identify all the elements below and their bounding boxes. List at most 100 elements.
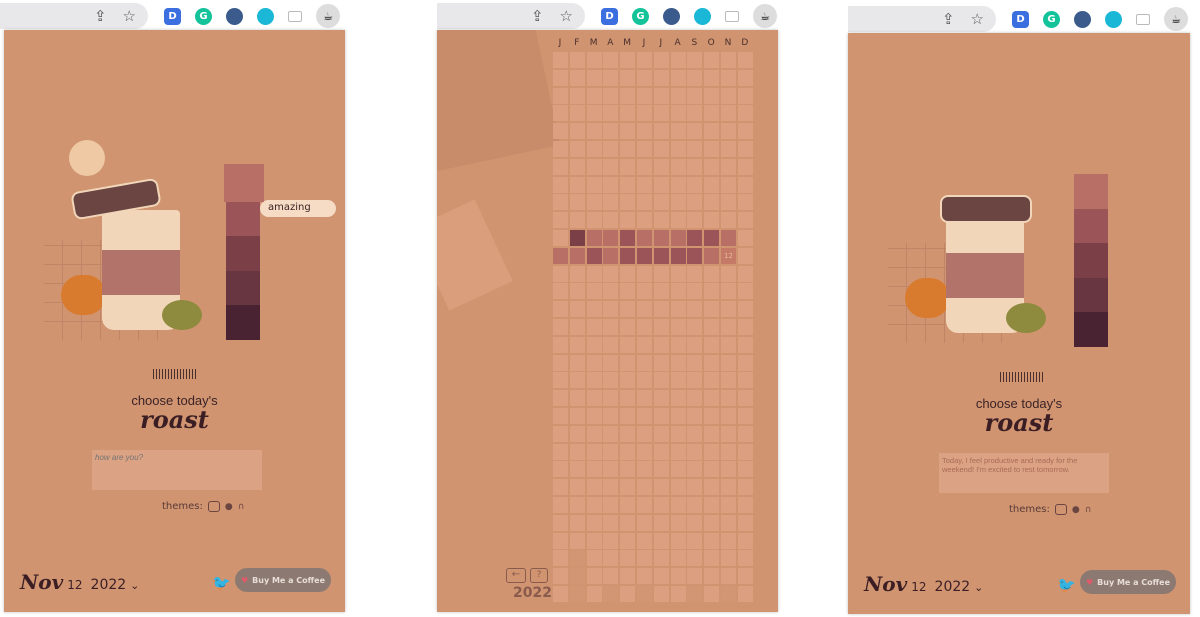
day-cell[interactable] bbox=[569, 265, 585, 282]
day-cell[interactable] bbox=[569, 319, 585, 335]
day-cell[interactable] bbox=[670, 461, 686, 478]
day-cell[interactable] bbox=[721, 319, 736, 335]
day-cell[interactable] bbox=[737, 425, 753, 442]
day-cell[interactable] bbox=[569, 550, 585, 567]
day-cell[interactable] bbox=[653, 479, 669, 496]
day-cell[interactable] bbox=[586, 461, 602, 478]
chevron-down-icon[interactable]: ⌄ bbox=[130, 579, 139, 592]
day-cell[interactable] bbox=[687, 158, 703, 175]
day-cell[interactable] bbox=[620, 586, 636, 602]
day-cell[interactable] bbox=[553, 301, 568, 318]
day-cell[interactable] bbox=[620, 52, 636, 68]
day-cell[interactable] bbox=[620, 336, 636, 353]
day-cell[interactable] bbox=[586, 69, 602, 86]
day-cell[interactable] bbox=[637, 372, 652, 389]
day-cell[interactable] bbox=[737, 283, 753, 300]
day-cell[interactable] bbox=[637, 105, 652, 122]
day-cell[interactable] bbox=[637, 479, 652, 496]
extension-3-icon[interactable] bbox=[1074, 10, 1091, 28]
day-cell[interactable] bbox=[653, 443, 669, 460]
day-cell[interactable] bbox=[653, 568, 669, 585]
day-cell[interactable] bbox=[687, 283, 703, 300]
date-picker[interactable]: Nov 12 2022 ⌄ bbox=[864, 572, 983, 596]
day-cell[interactable] bbox=[620, 265, 636, 282]
day-cell[interactable] bbox=[721, 141, 736, 157]
day-cell[interactable] bbox=[553, 247, 568, 264]
day-cell[interactable] bbox=[569, 212, 585, 229]
coffee-extension-icon[interactable]: ☕ bbox=[1164, 7, 1188, 31]
day-cell[interactable] bbox=[653, 461, 669, 478]
day-cell[interactable] bbox=[704, 586, 720, 602]
day-cell[interactable] bbox=[687, 532, 703, 549]
day-cell[interactable] bbox=[737, 105, 753, 122]
day-cell[interactable] bbox=[569, 568, 585, 585]
day-cell[interactable] bbox=[569, 479, 585, 496]
day-cell[interactable] bbox=[704, 550, 720, 567]
day-cell[interactable] bbox=[603, 443, 619, 460]
day-cell[interactable] bbox=[653, 336, 669, 353]
day-cell[interactable] bbox=[737, 87, 753, 104]
star-icon[interactable]: ☆ bbox=[123, 7, 136, 25]
day-cell[interactable] bbox=[637, 69, 652, 86]
day-cell[interactable] bbox=[670, 52, 686, 68]
day-cell[interactable] bbox=[603, 176, 619, 193]
day-cell[interactable] bbox=[603, 408, 619, 424]
day-cell[interactable] bbox=[737, 319, 753, 335]
day-cell[interactable] bbox=[737, 212, 753, 229]
day-cell[interactable] bbox=[620, 461, 636, 478]
day-cell[interactable] bbox=[603, 230, 619, 246]
day-cell[interactable] bbox=[637, 283, 652, 300]
reading-list-icon[interactable] bbox=[288, 10, 302, 22]
day-cell[interactable] bbox=[653, 390, 669, 407]
day-cell[interactable] bbox=[553, 408, 568, 424]
day-cell[interactable] bbox=[637, 354, 652, 371]
day-cell[interactable] bbox=[653, 105, 669, 122]
day-cell[interactable] bbox=[637, 586, 652, 602]
day-cell[interactable] bbox=[553, 123, 568, 140]
buy-me-a-coffee-button[interactable]: ♥ Buy Me a Coffee bbox=[235, 568, 331, 592]
day-cell[interactable] bbox=[603, 514, 619, 531]
day-cell[interactable] bbox=[620, 532, 636, 549]
day-cell[interactable] bbox=[553, 158, 568, 175]
day-cell[interactable] bbox=[553, 336, 568, 353]
day-cell[interactable] bbox=[670, 194, 686, 211]
day-cell[interactable] bbox=[637, 461, 652, 478]
day-cell[interactable] bbox=[670, 105, 686, 122]
day-cell[interactable] bbox=[637, 212, 652, 229]
day-cell[interactable] bbox=[603, 212, 619, 229]
date-picker[interactable]: Nov 12 2022 ⌄ bbox=[20, 570, 139, 594]
day-cell[interactable] bbox=[569, 69, 585, 86]
day-cell[interactable] bbox=[620, 390, 636, 407]
day-cell[interactable] bbox=[737, 586, 753, 602]
day-cell[interactable] bbox=[620, 425, 636, 442]
day-cell[interactable] bbox=[586, 390, 602, 407]
day-cell[interactable] bbox=[603, 123, 619, 140]
day-cell[interactable] bbox=[603, 194, 619, 211]
day-cell[interactable] bbox=[670, 301, 686, 318]
day-cell[interactable] bbox=[569, 301, 585, 318]
day-cell[interactable] bbox=[670, 319, 686, 335]
day-cell[interactable] bbox=[653, 372, 669, 389]
day-cell[interactable] bbox=[620, 283, 636, 300]
day-cell[interactable] bbox=[737, 247, 753, 264]
day-cell[interactable] bbox=[637, 230, 652, 246]
day-cell[interactable] bbox=[553, 194, 568, 211]
day-cell[interactable] bbox=[687, 408, 703, 424]
day-cell[interactable] bbox=[586, 87, 602, 104]
day-cell[interactable] bbox=[653, 158, 669, 175]
day-cell[interactable] bbox=[721, 194, 736, 211]
day-cell[interactable] bbox=[620, 514, 636, 531]
day-cell[interactable] bbox=[704, 158, 720, 175]
day-cell[interactable] bbox=[620, 194, 636, 211]
day-cell[interactable] bbox=[687, 265, 703, 282]
day-cell[interactable] bbox=[569, 372, 585, 389]
day-cell[interactable] bbox=[653, 247, 669, 264]
day-cell[interactable] bbox=[670, 265, 686, 282]
day-cell[interactable] bbox=[586, 586, 602, 602]
day-cell[interactable] bbox=[737, 354, 753, 371]
mood-swatch[interactable] bbox=[1074, 312, 1108, 347]
day-cell[interactable] bbox=[586, 568, 602, 585]
day-cell[interactable] bbox=[569, 408, 585, 424]
day-cell[interactable] bbox=[553, 461, 568, 478]
coffee-extension-icon[interactable]: ☕ bbox=[316, 4, 340, 28]
